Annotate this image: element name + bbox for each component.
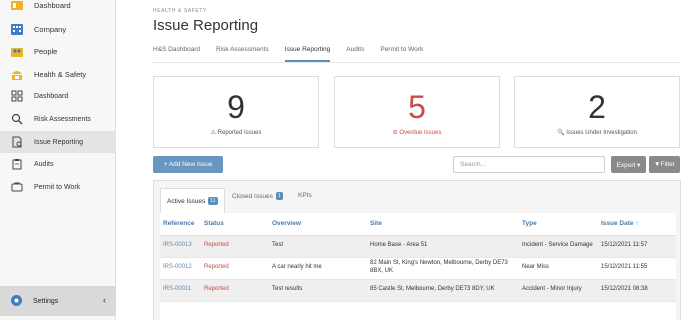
column-header-site[interactable]: Site: [367, 213, 519, 236]
tab-hs-dashboard[interactable]: H&S Dashboard: [153, 44, 200, 62]
sidebar-item-dashboard[interactable]: Dashboard: [0, 0, 116, 16]
overview-cell: Test: [269, 235, 367, 258]
status-cell: Reported: [201, 257, 269, 280]
tab-permit-to-work[interactable]: Permit to Work: [380, 44, 423, 62]
reference-link[interactable]: IRS-00013: [160, 235, 201, 258]
overdue-issues-card[interactable]: 5 ⊘ Overdue Issues: [334, 76, 500, 148]
add-new-issue-button[interactable]: + Add New Issue: [153, 156, 223, 173]
active-issues-badge: 11: [208, 197, 218, 205]
sidebar-item-people[interactable]: People: [0, 40, 116, 62]
column-header-reference[interactable]: Reference: [160, 213, 201, 236]
issue-tabs: Active Issues 11 Closed Issues 1 KPIs: [154, 181, 680, 213]
issue-date-cell: 15/12/2021 11:57: [598, 235, 676, 258]
status-cell: Reported: [201, 235, 269, 258]
column-header-type[interactable]: Type: [519, 213, 598, 236]
investigation-issues-caption: 🔍 Issues Under Investigation: [557, 130, 637, 136]
overview-cell: A car nearly hit me: [269, 257, 367, 280]
issue-date-cell: 15/12/2021 08:38: [598, 279, 676, 302]
collapse-chevron-icon[interactable]: ‹: [103, 295, 106, 305]
overdue-issues-count: 5: [408, 89, 426, 125]
tab-kpis[interactable]: KPIs: [298, 192, 312, 199]
sidebar: Dashboard Company People Health & Safety…: [0, 0, 116, 320]
table-row[interactable]: IRS-00011 Reported Test results 85 Castl…: [160, 279, 676, 302]
filter-button[interactable]: ▼Filter: [649, 156, 680, 173]
clipboard-icon: [10, 157, 24, 171]
closed-issues-badge: 1: [275, 192, 283, 200]
sidebar-item-health-safety[interactable]: Health & Safety: [0, 63, 116, 85]
tab-risk-assessments[interactable]: Risk Assessments: [216, 44, 269, 62]
issues-table: Reference Status Overview Site Type Issu…: [160, 213, 676, 320]
status-cell: Reported: [201, 279, 269, 302]
issue-date-cell: 15/12/2021 11:55: [598, 257, 676, 280]
tab-audits[interactable]: Audits: [346, 44, 364, 62]
gear-icon: [10, 294, 23, 309]
type-cell: Near Miss: [519, 257, 598, 280]
page-title: Issue Reporting: [153, 17, 259, 34]
site-cell: Home Base - Area 51: [367, 235, 519, 258]
investigation-issues-card[interactable]: 2 🔍 Issues Under Investigation: [514, 76, 680, 148]
sidebar-item-permit-to-work[interactable]: Permit to Work: [0, 176, 116, 198]
investigation-issues-count: 2: [588, 89, 606, 125]
people-icon: [10, 44, 24, 58]
section-tabs: H&S Dashboard Risk Assessments Issue Rep…: [153, 44, 439, 62]
breadcrumb: HEALTH & SAFETY: [153, 8, 207, 14]
reported-issues-caption: ⚠ Reported Issues: [210, 130, 262, 136]
table-row[interactable]: IRS-00012 Reported A car nearly hit me 8…: [160, 257, 676, 280]
tab-closed-issues[interactable]: Closed Issues 1: [232, 192, 283, 200]
issues-panel: Active Issues 11 Closed Issues 1 KPIs Re…: [153, 180, 681, 320]
export-button[interactable]: Export ▾: [611, 156, 646, 173]
table-header-row: Reference Status Overview Site Type Issu…: [160, 213, 676, 236]
overview-cell: Test results: [269, 279, 367, 302]
table-row[interactable]: IRS-00013 Reported Test Home Base - Area…: [160, 235, 676, 258]
dashboard-icon: [10, 0, 24, 12]
type-cell: Accident - Minor Injury: [519, 279, 598, 302]
sidebar-item-risk-assessments[interactable]: Risk Assessments: [0, 108, 116, 130]
column-header-status[interactable]: Status: [201, 213, 269, 236]
tabs-divider: [153, 62, 681, 63]
company-icon: [10, 22, 24, 36]
sidebar-item-audits[interactable]: Audits: [0, 153, 116, 175]
reported-issues-count: 9: [227, 89, 245, 125]
issue-icon: [10, 135, 24, 149]
sidebar-item-issue-reporting[interactable]: Issue Reporting: [0, 131, 116, 153]
column-header-issue-date[interactable]: Issue Date ↑: [598, 213, 676, 236]
overdue-issues-caption: ⊘ Overdue Issues: [392, 130, 442, 136]
reported-issues-card[interactable]: 9 ⚠ Reported Issues: [153, 76, 319, 148]
site-cell: 85 Castle St, Melbourne, Derby DE73 8DY,…: [367, 279, 519, 302]
sidebar-item-hs-dashboard[interactable]: Dashboard: [0, 85, 116, 107]
health-safety-icon: [10, 67, 24, 81]
tab-active-issues[interactable]: Active Issues 11: [160, 188, 225, 213]
grid-icon: [10, 89, 24, 103]
reference-link[interactable]: IRS-00011: [160, 279, 201, 302]
type-cell: Incident - Service Damage: [519, 235, 598, 258]
sidebar-item-company[interactable]: Company: [0, 18, 116, 40]
column-header-overview[interactable]: Overview: [269, 213, 367, 236]
tab-issue-reporting[interactable]: Issue Reporting: [284, 44, 331, 62]
permit-icon: [10, 180, 24, 194]
site-cell: 82 Main St, King's Newton, Melbourne, De…: [367, 257, 519, 280]
search-input[interactable]: Search...: [453, 156, 605, 173]
sidebar-settings[interactable]: Settings ‹: [0, 286, 116, 316]
reference-link[interactable]: IRS-00012: [160, 257, 201, 280]
magnifier-icon: [10, 112, 24, 126]
